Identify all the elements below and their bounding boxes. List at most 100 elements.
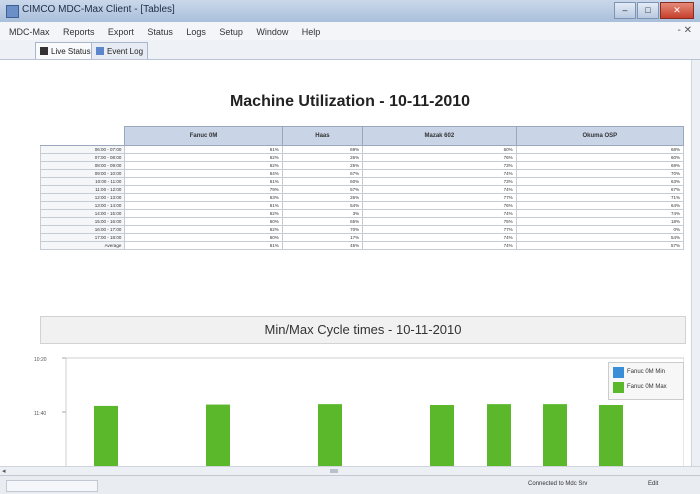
bar-max [599, 405, 623, 468]
menu-logs[interactable]: Logs [186, 27, 206, 37]
table-cell: 76% [362, 153, 517, 162]
mdi-close-icon[interactable]: - ✕ [678, 25, 693, 36]
table-cell: 67% [281, 169, 364, 178]
table-cell: 62% [124, 161, 283, 170]
row-label: 15:00 - 16:00 [39, 217, 126, 226]
menu-status[interactable]: Status [147, 27, 173, 37]
table-cell: 77% [362, 193, 517, 202]
table-cell: 45% [281, 241, 364, 250]
menu-reports[interactable]: Reports [63, 27, 95, 37]
close-button[interactable]: ✕ [660, 2, 694, 19]
tab-label: Event Log [107, 46, 144, 56]
row-label: 09:00 - 10:00 [39, 169, 126, 178]
table-cell: 60% [281, 177, 364, 186]
table-cell: 69% [281, 145, 364, 154]
maximize-button[interactable]: □ [637, 2, 659, 19]
menu-setup[interactable]: Setup [219, 27, 243, 37]
table-cell: 54% [281, 201, 364, 210]
connection-status: Connected to Mdc Srv [528, 481, 588, 487]
table-cell: 79% [124, 185, 283, 194]
table-row: 15:00 - 16:00 60% 65% 75% 18% [39, 217, 685, 226]
table-cell: 26% [281, 153, 364, 162]
menu-help[interactable]: Help [302, 27, 321, 37]
row-label: 07:00 - 08:00 [39, 153, 126, 162]
tab-event-log[interactable]: Event Log [91, 42, 149, 59]
table-cell: 69% [515, 161, 685, 170]
row-label: 16:00 - 17:00 [39, 225, 126, 234]
table-row: 08:00 - 09:00 62% 25% 73% 69% [39, 161, 685, 170]
table-cell: 74% [362, 241, 517, 250]
table-cell: 68% [515, 145, 685, 154]
caption-buttons: – □ ✕ [613, 2, 694, 19]
table-cell: 74% [362, 233, 517, 242]
table-cell: 62% [124, 153, 283, 162]
row-label: 13:00 - 14:00 [39, 201, 126, 210]
table-cell: 64% [515, 201, 685, 210]
legend-swatch-max [613, 381, 624, 393]
report-content: Machine Utilization - 10-11-2010 Fanuc 0… [0, 60, 700, 475]
table-cell: 18% [515, 217, 685, 226]
table-row: 12:00 - 13:00 63% 26% 77% 71% [39, 193, 685, 202]
row-label: 17:00 - 18:00 [39, 233, 126, 242]
menu-window[interactable]: Window [256, 27, 288, 37]
cycle-times-title: Min/Max Cycle times - 10-11-2010 [40, 316, 686, 344]
table-cell: 63% [124, 193, 283, 202]
tab-label: Live Status [51, 46, 91, 56]
scroll-thumb[interactable] [330, 469, 338, 473]
bar-max [318, 404, 342, 468]
table-cell: 17% [281, 233, 364, 242]
mode-status: Edit [648, 481, 659, 487]
tab-live-status[interactable]: Live Status [35, 42, 96, 59]
table-cell: 60% [124, 217, 283, 226]
table-cell: 75% [362, 217, 517, 226]
chart-legend: Fanuc 0M Min Fanuc 0M Max [608, 362, 684, 400]
row-label: 14:00 - 15:00 [39, 209, 126, 218]
plot-area [65, 357, 684, 469]
menu-mdc-max[interactable]: MDC-Max [9, 27, 50, 37]
row-label: 10:00 - 11:00 [39, 177, 126, 186]
table-cell: 67% [515, 185, 685, 194]
table-cell: 77% [362, 225, 517, 234]
table-cell: 64% [124, 169, 283, 178]
table-cell: 74% [362, 169, 517, 178]
table-cell: 54% [515, 233, 685, 242]
row-label: Average [39, 241, 126, 250]
vertical-scrollbar[interactable] [691, 60, 700, 475]
table-cell: 73% [362, 177, 517, 186]
table-cell: 3% [281, 209, 364, 218]
bar-max [430, 405, 454, 468]
column-header: Okuma OSP [515, 126, 685, 146]
table-row: 06:00 - 07:00 61% 69% 60% 68% [39, 145, 685, 154]
y-tick-label: 10:20 [34, 357, 47, 363]
status-bar: Connected to Mdc Srv Edit [0, 475, 700, 494]
table-row: 11:00 - 12:00 79% 57% 74% 67% [39, 185, 685, 194]
window-title: CIMCO MDC-Max Client - [Tables] [22, 4, 175, 15]
status-pane [6, 480, 98, 492]
menu-export[interactable]: Export [108, 27, 134, 37]
monitor-icon [40, 47, 48, 55]
table-cell: 73% [362, 161, 517, 170]
bar-max [206, 404, 230, 468]
table-cell: 61% [124, 201, 283, 210]
row-label: 06:00 - 07:00 [39, 145, 126, 154]
row-label: 11:00 - 12:00 [39, 185, 126, 194]
table-header-row: Fanuc 0M Haas Mazak 602 Okuma OSP [39, 126, 685, 146]
table-cell: 60% [124, 233, 283, 242]
legend-item-min: Fanuc 0M Min [613, 366, 683, 378]
row-label: 12:00 - 13:00 [39, 193, 126, 202]
table-cell: 74% [515, 209, 685, 218]
table-cell: 65% [281, 217, 364, 226]
table-cell: 62% [124, 225, 283, 234]
scroll-left-icon[interactable]: ◂ [2, 467, 6, 475]
legend-swatch-min [613, 366, 624, 378]
table-cell: 60% [362, 145, 517, 154]
utilization-title: Machine Utilization - 10-11-2010 [229, 93, 471, 110]
minimize-button[interactable]: – [614, 2, 636, 19]
table-cell: 70% [281, 225, 364, 234]
column-header: Fanuc 0M [124, 126, 283, 146]
legend-item-max: Fanuc 0M Max [613, 381, 683, 393]
app-icon [6, 5, 19, 18]
table-row: 16:00 - 17:00 62% 70% 77% 0% [39, 225, 685, 234]
header-corner [39, 126, 126, 146]
legend-label: Fanuc 0M Max [627, 384, 667, 390]
